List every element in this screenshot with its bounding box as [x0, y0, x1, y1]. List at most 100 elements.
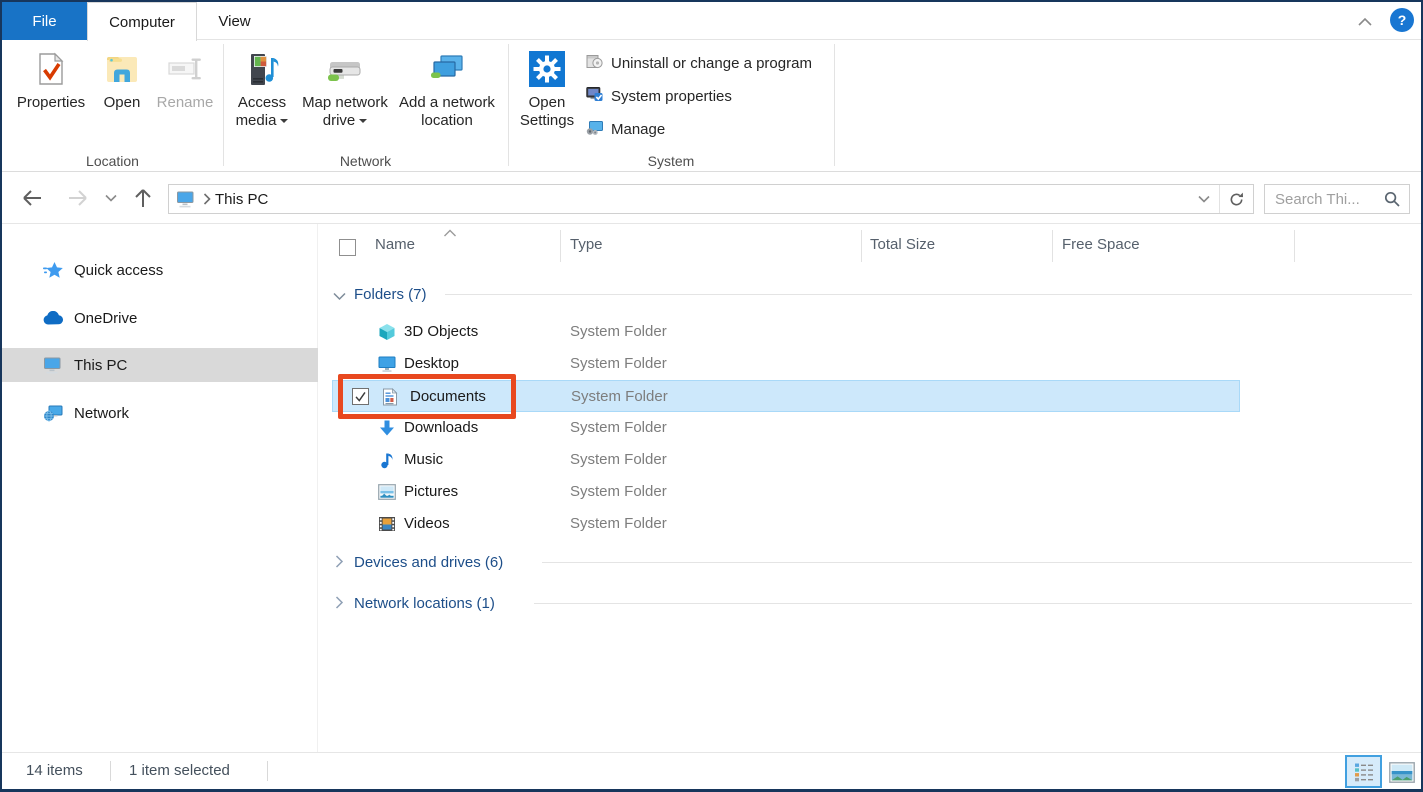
file-name: Desktop — [404, 355, 459, 372]
file-row-downloads[interactable]: Downloads System Folder — [332, 412, 1240, 444]
file-type: System Folder — [570, 515, 667, 532]
file-type: System Folder — [570, 355, 667, 372]
recent-locations-dropdown[interactable] — [102, 192, 120, 204]
group-label[interactable]: Devices and drives (6) — [354, 554, 503, 571]
forward-button-disabled[interactable] — [62, 187, 94, 209]
group-separator — [508, 44, 509, 166]
properties-button[interactable]: Properties — [10, 50, 92, 112]
selection-count: 1 item selected — [129, 762, 230, 779]
manage-button[interactable]: Manage — [586, 117, 665, 141]
group-label[interactable]: Network locations (1) — [354, 595, 495, 612]
sidebar-item-network[interactable]: Network — [2, 396, 318, 430]
access-media-button[interactable]: Access media — [229, 50, 295, 130]
file-row-desktop[interactable]: Desktop System Folder — [332, 348, 1240, 380]
network-group-label: Network — [223, 152, 508, 170]
checkmark-icon — [354, 390, 367, 403]
ribbon-tab-bar: File Computer View ? — [2, 2, 1421, 40]
chevron-down-icon — [1198, 195, 1210, 203]
this-pc-icon — [176, 191, 196, 208]
address-dropdown-button[interactable] — [1189, 195, 1219, 203]
system-properties-label: System properties — [611, 88, 732, 105]
group-separator — [223, 44, 224, 166]
column-divider[interactable] — [560, 230, 561, 262]
large-icons-view-icon — [1389, 762, 1415, 783]
chevron-right-icon[interactable] — [335, 555, 344, 573]
add-network-location-button[interactable]: Add a network location — [393, 50, 501, 130]
file-type: System Folder — [570, 483, 667, 500]
search-icon[interactable] — [1384, 191, 1400, 207]
manage-icon — [586, 119, 603, 140]
sort-ascending-icon — [443, 225, 457, 243]
system-properties-button[interactable]: System properties — [586, 84, 732, 108]
quick-access-star-icon — [42, 260, 64, 280]
help-button[interactable]: ? — [1390, 8, 1414, 32]
group-divider-line — [542, 562, 1412, 563]
dropdown-caret-icon — [280, 119, 288, 123]
file-row-music[interactable]: Music System Folder — [332, 444, 1240, 476]
uninstall-program-button[interactable]: Uninstall or change a program — [586, 51, 812, 75]
map-network-drive-label: Map network drive — [301, 94, 389, 130]
sidebar-item-this-pc[interactable]: This PC — [2, 348, 318, 382]
file-row-3d-objects[interactable]: 3D Objects System Folder — [332, 316, 1240, 348]
column-header-type[interactable]: Type — [570, 236, 603, 253]
tab-file[interactable]: File — [2, 2, 87, 40]
system-properties-icon — [586, 86, 603, 107]
details-view-icon — [1353, 761, 1375, 783]
refresh-button[interactable] — [1220, 192, 1253, 207]
open-button[interactable]: Open — [94, 50, 150, 112]
file-name: Downloads — [404, 419, 478, 436]
status-bar-divider — [110, 761, 111, 781]
chevron-up-icon — [1357, 17, 1373, 27]
open-settings-button[interactable]: Open Settings — [517, 50, 577, 130]
map-network-drive-button[interactable]: Map network drive — [299, 50, 391, 130]
select-all-checkbox[interactable] — [339, 239, 356, 256]
desktop-icon — [378, 355, 396, 373]
add-network-location-label: Add a network location — [398, 94, 496, 130]
details-view-button[interactable] — [1345, 755, 1382, 788]
computer-icon — [42, 355, 64, 375]
column-divider[interactable] — [1052, 230, 1053, 262]
tab-computer-label: Computer — [109, 14, 175, 31]
settings-gear-icon — [528, 50, 566, 88]
system-group-label: System — [508, 152, 834, 170]
network-globe-icon — [42, 403, 64, 423]
row-checkbox-checked[interactable] — [352, 388, 369, 405]
file-type: System Folder — [570, 323, 667, 340]
access-media-label: Access media — [234, 94, 290, 130]
properties-icon — [32, 50, 70, 88]
music-icon — [378, 451, 396, 469]
column-header-free-space[interactable]: Free Space — [1062, 236, 1140, 253]
search-input[interactable] — [1265, 191, 1384, 208]
column-divider[interactable] — [861, 230, 862, 262]
file-row-documents[interactable]: Documents System Folder — [332, 380, 1240, 412]
location-group-label: Location — [2, 152, 223, 170]
up-button[interactable] — [130, 186, 156, 210]
tab-view[interactable]: View — [197, 2, 272, 40]
rename-label: Rename — [157, 94, 214, 112]
network-drive-icon — [326, 50, 364, 88]
network-location-icon — [428, 50, 466, 88]
3d-objects-icon — [378, 323, 396, 341]
back-button[interactable] — [16, 187, 48, 209]
column-header-name[interactable]: Name — [375, 236, 415, 253]
large-icons-view-button[interactable] — [1388, 760, 1416, 784]
file-type: System Folder — [570, 451, 667, 468]
file-row-pictures[interactable]: Pictures System Folder — [332, 476, 1240, 508]
sidebar-item-label: Quick access — [74, 262, 163, 279]
breadcrumb-location[interactable]: This PC — [215, 191, 268, 208]
help-glyph: ? — [1398, 12, 1407, 28]
tab-view-label: View — [218, 13, 250, 30]
status-bar: 14 items 1 item selected — [2, 752, 1421, 789]
file-row-videos[interactable]: Videos System Folder — [332, 508, 1240, 540]
refresh-icon — [1229, 192, 1244, 207]
column-header-total-size[interactable]: Total Size — [870, 236, 935, 253]
collapse-ribbon-button[interactable] — [1352, 12, 1378, 32]
column-divider[interactable] — [1294, 230, 1295, 262]
sidebar-item-label: This PC — [74, 357, 127, 374]
file-explorer-window: File Computer View ? Properties Open — [0, 0, 1423, 792]
chevron-down-icon[interactable] — [333, 288, 346, 306]
chevron-right-icon[interactable] — [335, 596, 344, 614]
address-bar[interactable]: This PC — [168, 184, 1254, 214]
tab-computer[interactable]: Computer — [87, 2, 197, 41]
group-label[interactable]: Folders (7) — [354, 286, 427, 303]
